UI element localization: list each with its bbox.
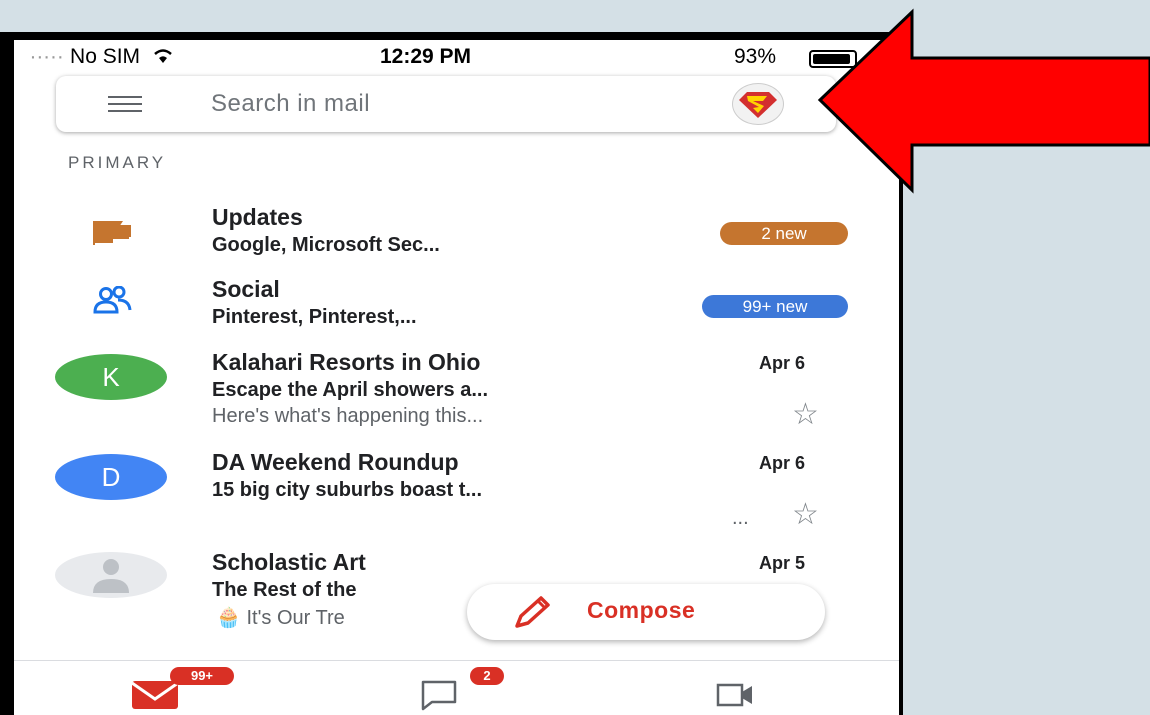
video-camera-icon bbox=[716, 683, 752, 707]
new-count-badge: 99+ new bbox=[702, 295, 848, 318]
flag-icon bbox=[93, 221, 131, 245]
gmail-screen: ∙∙∙∙∙ No SIM 12:29 PM 93% Search in mail bbox=[14, 40, 899, 715]
battery-icon bbox=[809, 50, 857, 68]
carrier-label: No SIM bbox=[70, 45, 141, 68]
pencil-icon bbox=[515, 596, 550, 628]
email-row[interactable]: K Kalahari Resorts in Ohio Apr 6 Escape … bbox=[14, 345, 899, 440]
category-title: Social bbox=[212, 276, 280, 302]
signal-icon: ∙∙∙∙∙ bbox=[30, 45, 65, 68]
category-social[interactable]: Social Pinterest, Pinterest,... 99+ new bbox=[14, 272, 899, 332]
sender-avatar[interactable] bbox=[55, 552, 167, 598]
superman-logo-icon bbox=[739, 92, 777, 118]
email-snippet: ... bbox=[732, 507, 749, 529]
battery-percent: 93% bbox=[734, 45, 777, 68]
email-subject: Escape the April showers a... bbox=[212, 379, 489, 401]
star-icon[interactable]: ☆ bbox=[792, 497, 819, 532]
tab-mail[interactable]: 99+ bbox=[124, 661, 264, 715]
phone-frame: ∙∙∙∙∙ No SIM 12:29 PM 93% Search in mail bbox=[0, 32, 903, 715]
tab-meet[interactable] bbox=[714, 661, 794, 715]
sender-name: DA Weekend Roundup bbox=[212, 449, 459, 475]
sender-avatar[interactable]: D bbox=[55, 454, 167, 500]
status-bar: ∙∙∙∙∙ No SIM 12:29 PM 93% bbox=[14, 40, 899, 74]
people-icon bbox=[93, 286, 132, 314]
menu-icon[interactable] bbox=[108, 96, 142, 112]
bottom-tab-bar: 99+ 2 bbox=[14, 660, 899, 715]
compose-label: Compose bbox=[587, 597, 696, 623]
carrier-info: ∙∙∙∙∙ No SIM bbox=[30, 45, 174, 69]
chat-unread-badge: 2 bbox=[470, 667, 504, 685]
category-senders: Google, Microsoft Sec... bbox=[212, 234, 440, 256]
account-avatar[interactable] bbox=[732, 83, 784, 125]
category-title: Updates bbox=[212, 204, 303, 230]
sender-avatar[interactable]: K bbox=[55, 354, 167, 400]
star-icon[interactable]: ☆ bbox=[792, 397, 819, 432]
sender-name: Kalahari Resorts in Ohio bbox=[212, 349, 481, 375]
person-icon bbox=[93, 559, 129, 593]
mail-unread-badge: 99+ bbox=[170, 667, 234, 685]
email-date: Apr 5 bbox=[759, 553, 806, 573]
email-row[interactable]: D DA Weekend Roundup Apr 6 15 big city s… bbox=[14, 445, 899, 540]
new-count-badge: 2 new bbox=[720, 222, 848, 245]
section-label-primary: PRIMARY bbox=[68, 153, 167, 172]
email-snippet: Here's what's happening this... bbox=[212, 405, 484, 427]
email-subject: 15 big city suburbs boast t... bbox=[212, 479, 483, 501]
sender-name: Scholastic Art bbox=[212, 549, 366, 575]
email-subject: The Rest of the bbox=[212, 579, 357, 601]
search-bar[interactable]: Search in mail bbox=[56, 76, 836, 132]
mail-icon bbox=[131, 681, 179, 709]
category-updates[interactable]: Updates Google, Microsoft Sec... 2 new bbox=[14, 200, 899, 260]
category-senders: Pinterest, Pinterest,... bbox=[212, 306, 417, 328]
email-date: Apr 6 bbox=[759, 353, 806, 373]
search-input[interactable]: Search in mail bbox=[211, 90, 370, 118]
status-time: 12:29 PM bbox=[380, 45, 472, 68]
wifi-icon bbox=[154, 49, 172, 63]
email-date: Apr 6 bbox=[759, 453, 806, 473]
email-snippet: 🧁 It's Our Tre bbox=[216, 607, 345, 629]
chat-icon bbox=[421, 680, 457, 711]
tab-chat[interactable]: 2 bbox=[414, 661, 514, 715]
compose-button[interactable]: Compose bbox=[467, 584, 825, 640]
